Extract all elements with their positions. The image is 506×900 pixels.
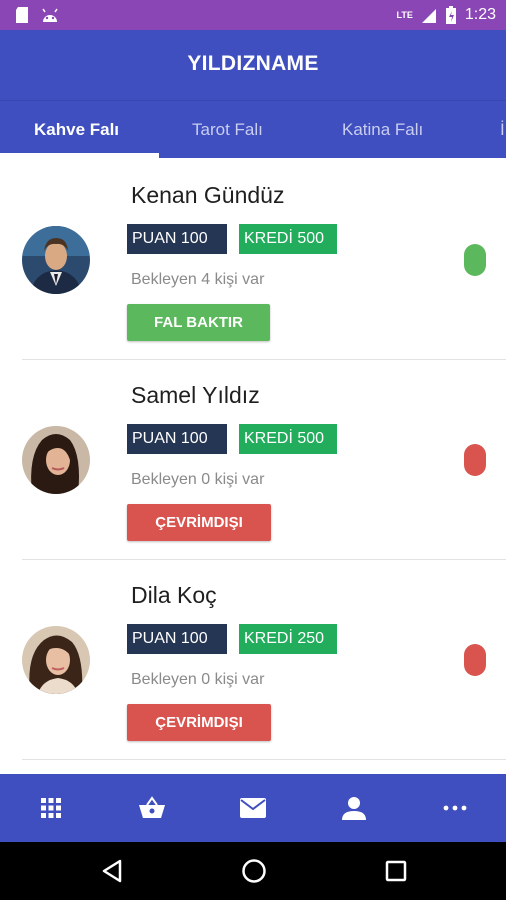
mail-icon	[239, 798, 266, 818]
offline-button[interactable]: ÇEVRİMDIŞI	[127, 504, 271, 541]
nav-more[interactable]	[404, 774, 505, 842]
offline-status-indicator	[464, 644, 486, 676]
sd-card-icon	[16, 7, 28, 23]
fortune-teller-name: Kenan Gündüz	[131, 182, 285, 208]
waiting-count: Bekleyen 0 kişi var	[131, 471, 265, 488]
tab-katina-fali[interactable]: Katina Falı	[342, 101, 423, 158]
signal-icon	[421, 9, 436, 23]
recents-square-icon	[385, 860, 407, 882]
offline-status-indicator	[464, 444, 486, 476]
offline-button[interactable]: ÇEVRİMDIŞI	[127, 704, 271, 741]
fortune-teller-name: Samel Yıldız	[131, 382, 260, 408]
avatar	[22, 226, 90, 294]
fortune-teller-card: Samel Yıldız PUAN 100 KREDİ 500 Bekleyen…	[0, 360, 506, 560]
waiting-count: Bekleyen 0 kişi var	[131, 671, 265, 688]
person-icon	[341, 797, 366, 820]
kredi-badge: KREDİ 500	[239, 424, 337, 454]
fortune-teller-card: Dila Koç PUAN 100 KREDİ 250 Bekleyen 0 k…	[0, 560, 506, 760]
clock: 1:23	[464, 6, 496, 23]
divider	[22, 759, 506, 760]
category-tabs: Kahve Falı Tarot Falı Katina Falı İ	[0, 100, 506, 158]
nav-profile[interactable]	[303, 774, 404, 842]
bottom-nav	[0, 774, 506, 842]
kredi-badge: KREDİ 250	[239, 624, 337, 654]
waiting-count: Bekleyen 4 kişi var	[131, 271, 265, 288]
avatar	[22, 426, 90, 494]
home-circle-icon	[242, 859, 266, 883]
home-button[interactable]	[239, 856, 269, 886]
puan-badge: PUAN 100	[127, 224, 227, 254]
app-title: YILDIZNAME	[187, 52, 319, 75]
fortune-teller-name: Dila Koç	[131, 582, 217, 608]
status-bar: LTE 1:23	[0, 0, 506, 30]
battery-icon	[445, 6, 456, 24]
nav-apps[interactable]	[0, 774, 101, 842]
system-nav-bar	[0, 842, 506, 900]
tab-tarot-fali[interactable]: Tarot Falı	[192, 101, 263, 158]
nav-shop[interactable]	[101, 774, 202, 842]
fortune-teller-card: Kenan Gündüz PUAN 100 KREDİ 500 Bekleyen…	[0, 160, 506, 360]
active-tab-indicator	[0, 153, 159, 158]
tab-partial[interactable]: İ	[500, 101, 505, 158]
app-bar: YILDIZNAME	[0, 30, 506, 100]
recents-button[interactable]	[381, 856, 411, 886]
back-button[interactable]	[97, 856, 127, 886]
nav-messages[interactable]	[202, 774, 303, 842]
puan-badge: PUAN 100	[127, 424, 227, 454]
tab-kahve-fali[interactable]: Kahve Falı	[34, 101, 119, 158]
kredi-badge: KREDİ 500	[239, 224, 337, 254]
android-icon	[42, 8, 58, 22]
online-status-indicator	[464, 244, 486, 276]
apps-grid-icon	[40, 798, 61, 818]
network-type-label: LTE	[396, 10, 413, 20]
puan-badge: PUAN 100	[127, 624, 227, 654]
avatar	[22, 626, 90, 694]
more-dots-icon	[443, 805, 466, 811]
shopping-basket-icon	[138, 796, 165, 818]
fortune-teller-list: Kenan Gündüz PUAN 100 KREDİ 500 Bekleyen…	[0, 160, 506, 774]
fal-baktir-button[interactable]: FAL BAKTIR	[127, 304, 270, 341]
back-triangle-icon	[102, 859, 122, 883]
